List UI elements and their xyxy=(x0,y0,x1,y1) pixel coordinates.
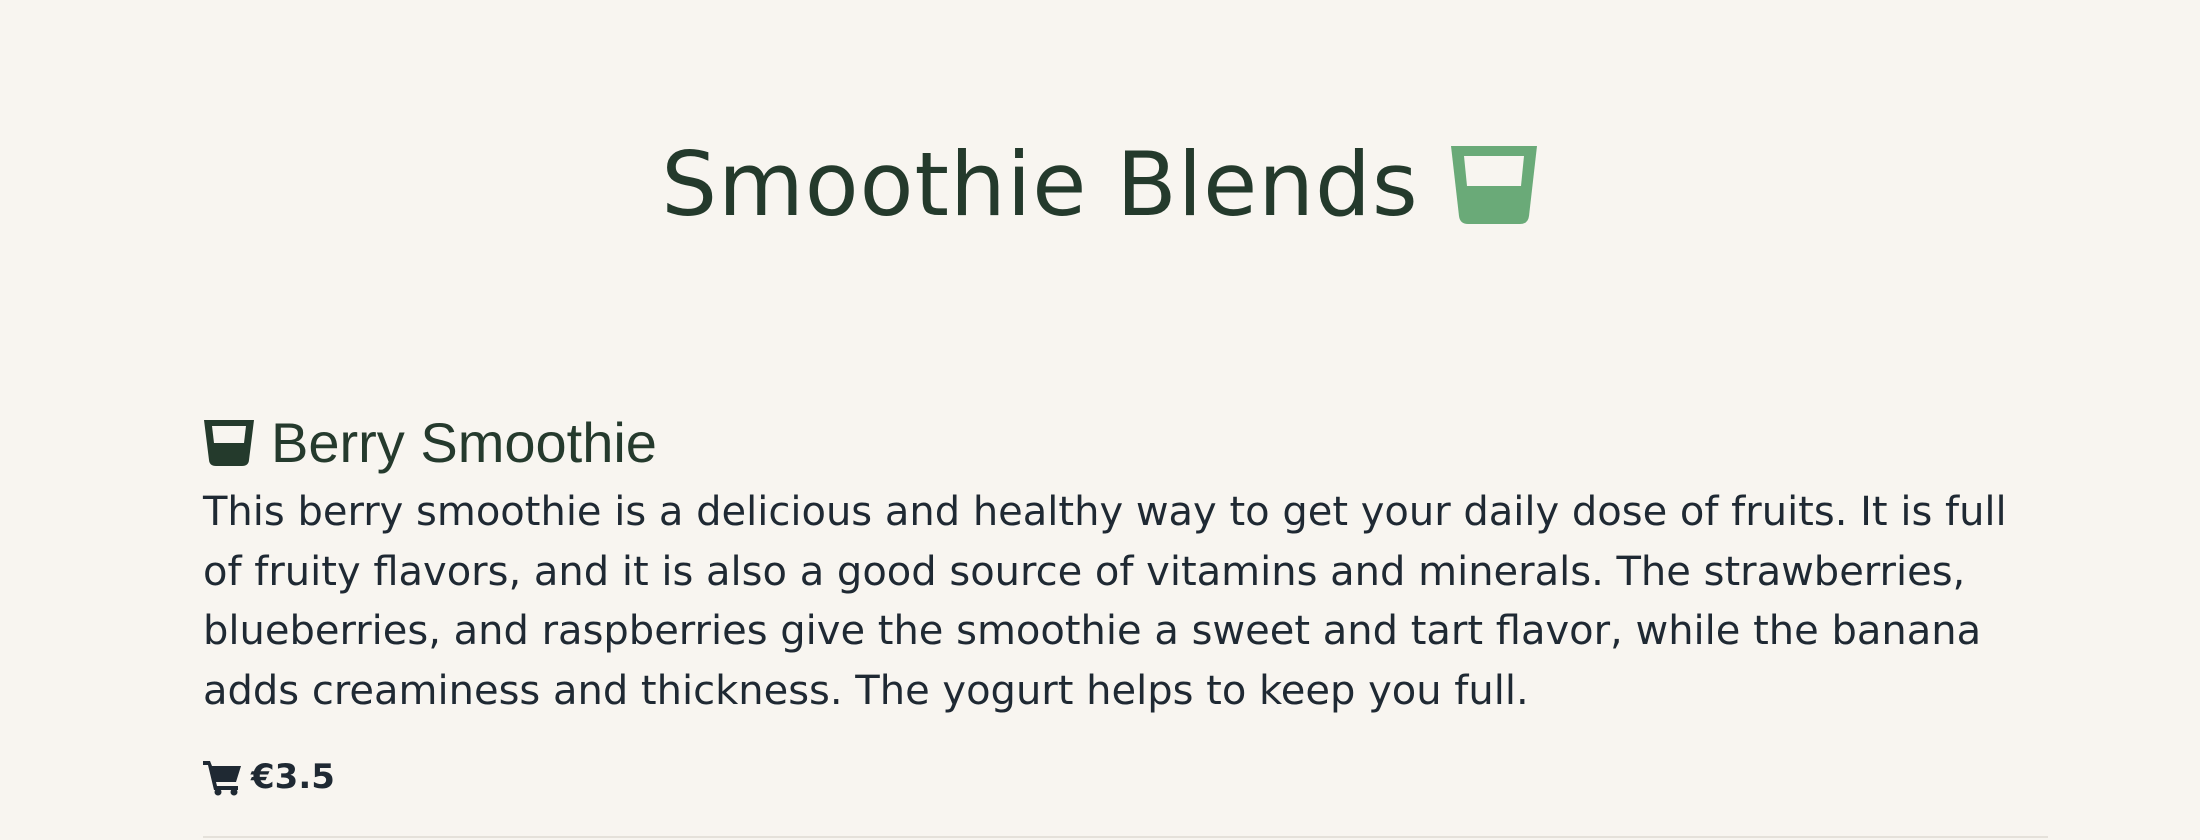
product-title-row: Berry Smoothie xyxy=(203,405,2048,480)
product-price: €3.5 xyxy=(251,757,335,797)
product-card: Berry Smoothie This berry smoothie is a … xyxy=(203,405,2048,797)
page-title: Smoothie Blends xyxy=(661,133,1419,236)
product-name: Berry Smoothie xyxy=(271,410,657,474)
glass-icon xyxy=(1449,144,1539,226)
page-header: Smoothie Blends xyxy=(0,130,2200,240)
divider xyxy=(203,836,2048,838)
page-title-wrap: Smoothie Blends xyxy=(661,141,1539,229)
product-description: This berry smoothie is a delicious and h… xyxy=(203,489,2007,714)
cart-icon[interactable] xyxy=(203,758,243,796)
glass-icon xyxy=(203,419,255,467)
price-row[interactable]: €3.5 xyxy=(203,757,2048,797)
